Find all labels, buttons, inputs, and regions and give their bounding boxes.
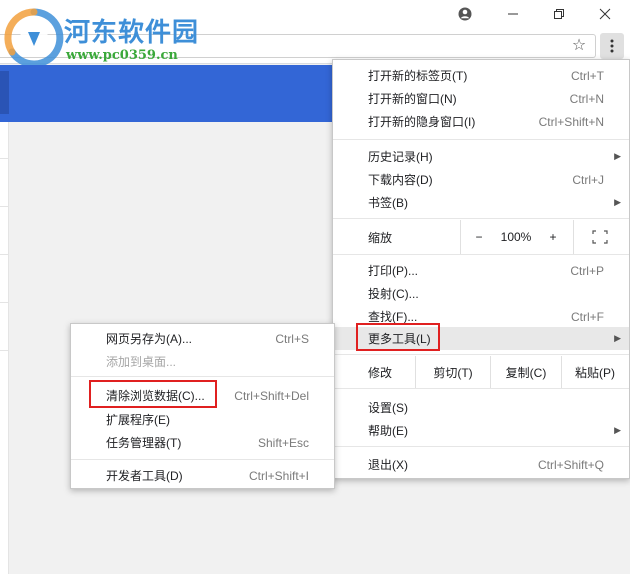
- menu-separator: [333, 388, 629, 389]
- account-icon[interactable]: [450, 2, 480, 26]
- paste-button[interactable]: 粘贴(P): [562, 356, 628, 388]
- menu-item-print[interactable]: 打印(P)... Ctrl+P: [333, 259, 629, 282]
- zoom-label: 缩放: [368, 230, 393, 245]
- menu-item-label: 扩展程序(E): [106, 413, 170, 427]
- restore-button[interactable]: [544, 2, 574, 26]
- watermark-url: www.pc0359.cn: [66, 48, 178, 63]
- menu-item-label: 打印(P)...: [368, 264, 418, 278]
- highlight-box-more-tools: [356, 323, 440, 351]
- zoom-level: 100%: [500, 230, 532, 244]
- menu-item-label: 投射(C)...: [368, 287, 419, 301]
- menu-item-label: 网页另存为(A)...: [106, 332, 192, 346]
- menu-separator: [333, 254, 629, 255]
- minimize-button[interactable]: [498, 2, 528, 26]
- submenu-item-save-page[interactable]: 网页另存为(A)... Ctrl+S: [71, 327, 334, 350]
- menu-item-settings[interactable]: 设置(S): [333, 396, 629, 419]
- page-header-bar: [0, 65, 332, 122]
- menu-separator: [333, 446, 629, 447]
- menu-item-shortcut: Ctrl+J: [572, 172, 604, 187]
- menu-item-shortcut: Ctrl+Shift+Q: [537, 457, 604, 472]
- menu-item-shortcut: Ctrl+N: [569, 91, 604, 106]
- menu-item-shortcut: Ctrl+S: [275, 331, 309, 346]
- more-tools-submenu: 网页另存为(A)... Ctrl+S 添加到桌面... 清除浏览数据(C)...…: [70, 323, 335, 489]
- chrome-main-menu: 打开新的标签页(T) Ctrl+T 打开新的窗口(N) Ctrl+N 打开新的隐…: [332, 59, 630, 479]
- menu-item-history[interactable]: 历史记录(H) ▶: [333, 145, 629, 168]
- menu-item-exit[interactable]: 退出(X) Ctrl+Shift+Q: [333, 453, 629, 476]
- zoom-out-button[interactable]: −: [468, 226, 490, 248]
- menu-item-label: 开发者工具(D): [106, 469, 183, 483]
- menu-item-bookmarks[interactable]: 书签(B) ▶: [333, 191, 629, 214]
- menu-item-label: 任务管理器(T): [106, 436, 182, 450]
- menu-item-label: 打开新的隐身窗口(I): [368, 115, 476, 129]
- close-button[interactable]: [590, 2, 620, 26]
- page-header-tab: [0, 71, 9, 114]
- fullscreen-icon[interactable]: [589, 226, 611, 248]
- submenu-arrow-icon: ▶: [614, 425, 621, 435]
- menu-separator: [333, 218, 629, 219]
- menu-item-label: 下载内容(D): [368, 173, 433, 187]
- menu-item-shortcut: Ctrl+Shift+Del: [234, 388, 309, 403]
- submenu-arrow-icon: ▶: [614, 151, 621, 161]
- menu-item-label: 打开新的窗口(N): [368, 92, 457, 106]
- submenu-item-add-to-desktop: 添加到桌面...: [71, 350, 334, 373]
- left-sidebar-strip: [0, 122, 9, 574]
- menu-item-label: 书签(B): [368, 196, 408, 210]
- menu-item-cast[interactable]: 投射(C)...: [333, 282, 629, 305]
- menu-item-shortcut: Ctrl+Shift+I: [248, 468, 309, 483]
- menu-item-shortcut: Ctrl+Shift+N: [538, 114, 604, 129]
- menu-separator: [333, 139, 629, 140]
- menu-separator: [71, 459, 334, 460]
- menu-item-new-window[interactable]: 打开新的窗口(N) Ctrl+N: [333, 87, 629, 110]
- menu-item-label: 设置(S): [368, 401, 408, 415]
- edit-label: 修改: [368, 365, 393, 380]
- chrome-menu-button[interactable]: [600, 33, 624, 59]
- menu-item-label: 帮助(E): [368, 424, 408, 438]
- menu-item-label: 历史记录(H): [368, 150, 433, 164]
- bookmark-star-icon[interactable]: ☆: [568, 34, 590, 56]
- zoom-divider: [573, 220, 574, 254]
- cut-button[interactable]: 剪切(T): [416, 356, 490, 388]
- menu-item-label: 打开新的标签页(T): [368, 69, 468, 83]
- menu-item-help[interactable]: 帮助(E) ▶: [333, 419, 629, 442]
- submenu-arrow-icon: ▶: [614, 197, 621, 207]
- menu-item-label: 退出(X): [368, 458, 408, 472]
- menu-item-new-tab[interactable]: 打开新的标签页(T) Ctrl+T: [333, 64, 629, 87]
- menu-item-shortcut: Ctrl+F: [571, 309, 604, 324]
- zoom-in-button[interactable]: +: [542, 226, 564, 248]
- menu-item-shortcut: Shift+Esc: [257, 435, 309, 450]
- zoom-divider: [460, 220, 461, 254]
- submenu-arrow-icon: ▶: [614, 333, 621, 343]
- menu-item-shortcut: Ctrl+T: [571, 68, 604, 83]
- menu-item-shortcut: Ctrl+P: [570, 263, 604, 278]
- submenu-item-developer-tools[interactable]: 开发者工具(D) Ctrl+Shift+I: [71, 464, 334, 487]
- menu-item-new-incognito-window[interactable]: 打开新的隐身窗口(I) Ctrl+Shift+N: [333, 110, 629, 133]
- menu-separator: [333, 354, 629, 355]
- watermark-title: 河东软件园: [64, 18, 200, 48]
- menu-item-label: 添加到桌面...: [106, 355, 177, 369]
- menu-separator: [71, 376, 334, 377]
- highlight-box-clear-browsing-data: [89, 380, 217, 408]
- watermark-logo-icon: [4, 8, 64, 68]
- copy-button[interactable]: 复制(C): [491, 356, 561, 388]
- submenu-item-task-manager[interactable]: 任务管理器(T) Shift+Esc: [71, 431, 334, 454]
- submenu-item-extensions[interactable]: 扩展程序(E): [71, 408, 334, 431]
- menu-item-downloads[interactable]: 下载内容(D) Ctrl+J: [333, 168, 629, 191]
